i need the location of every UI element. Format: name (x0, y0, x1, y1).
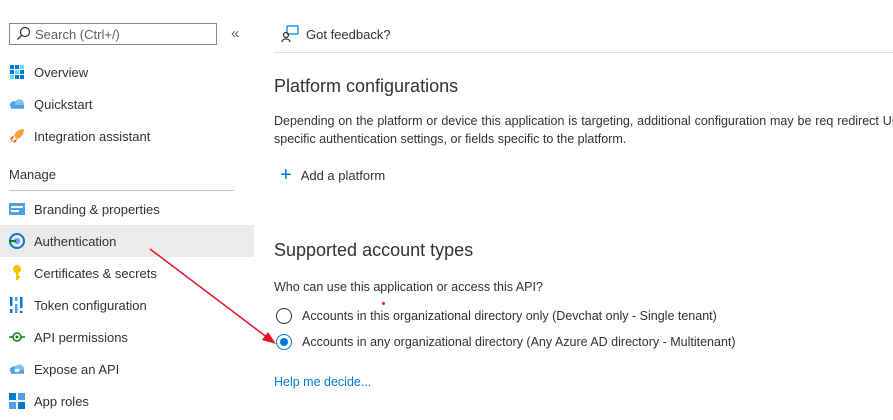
plus-icon: + (280, 164, 292, 186)
feedback-person-icon (281, 25, 299, 43)
sidebar-item-overview[interactable]: Overview (0, 56, 254, 88)
sidebar-item-label: Expose an API (34, 361, 120, 377)
cloud-icon (9, 96, 25, 112)
sidebar-item-label: Certificates & secrets (34, 265, 157, 281)
cloud-api-icon (9, 361, 25, 377)
annotation-dot (382, 302, 385, 305)
search-box[interactable] (9, 23, 217, 45)
platform-configurations-title: Platform configurations (274, 76, 459, 96)
app-roles-icon (9, 393, 25, 409)
sidebar-item-token-configuration[interactable]: Token configuration (0, 289, 254, 321)
rocket-icon (9, 128, 25, 144)
main-content: Got feedback? Platform configurations De… (274, 0, 893, 420)
sidebar-item-quickstart[interactable]: Quickstart (0, 88, 254, 120)
collapse-sidebar-button[interactable]: « (231, 25, 239, 42)
radio-label: Accounts in this organizational director… (302, 309, 717, 323)
sidebar-item-authentication[interactable]: Authentication (0, 225, 254, 257)
sidebar-item-label: Integration assistant (34, 128, 151, 144)
sidebar-item-certificates[interactable]: Certificates & secrets (0, 257, 254, 289)
overview-grid-icon (9, 64, 25, 80)
token-bars-icon (9, 297, 25, 313)
section-label-manage: Manage (9, 167, 56, 182)
toolbar: Got feedback? (274, 20, 893, 53)
api-permissions-icon (9, 329, 25, 345)
sidebar-item-label: Authentication (34, 233, 117, 249)
branding-icon (9, 201, 25, 217)
radio-button-checked[interactable] (276, 334, 292, 350)
sidebar-item-label: Overview (34, 64, 89, 80)
sidebar-item-label: Branding & properties (34, 201, 160, 217)
radio-single-tenant[interactable]: Accounts in this organizational director… (276, 308, 717, 324)
authentication-icon (9, 233, 25, 249)
help-me-decide-link[interactable]: Help me decide... (274, 375, 371, 389)
search-icon (17, 26, 31, 40)
feedback-button[interactable]: Got feedback? (281, 25, 391, 43)
add-platform-label: Add a platform (300, 167, 386, 183)
add-platform-button[interactable]: + Add a platform (280, 165, 385, 185)
sidebar: « Overview Quickstart Integr (0, 0, 254, 420)
sidebar-item-expose-api[interactable]: Expose an API (0, 353, 254, 385)
sidebar-item-branding[interactable]: Branding & properties (0, 193, 254, 225)
sidebar-item-integration-assistant[interactable]: Integration assistant (0, 120, 254, 152)
sidebar-item-label: API permissions (34, 329, 128, 345)
radio-button-unchecked[interactable] (276, 308, 292, 324)
platform-description: Depending on the platform or device this… (274, 114, 893, 146)
sidebar-item-label: Quickstart (34, 96, 93, 112)
feedback-label: Got feedback? (306, 26, 391, 42)
radio-multitenant[interactable]: Accounts in any organizational directory… (276, 334, 736, 350)
search-input[interactable] (33, 26, 205, 42)
sidebar-item-label: Token configuration (34, 297, 147, 313)
section-divider (9, 190, 234, 191)
account-question: Who can use this application or access t… (274, 280, 543, 294)
key-icon (9, 265, 25, 281)
supported-account-types-title: Supported account types (274, 240, 474, 260)
radio-label: Accounts in any organizational directory… (302, 335, 736, 349)
sidebar-item-app-roles[interactable]: App roles (0, 385, 254, 417)
sidebar-item-api-permissions[interactable]: API permissions (0, 321, 254, 353)
sidebar-item-label: App roles (34, 393, 89, 409)
